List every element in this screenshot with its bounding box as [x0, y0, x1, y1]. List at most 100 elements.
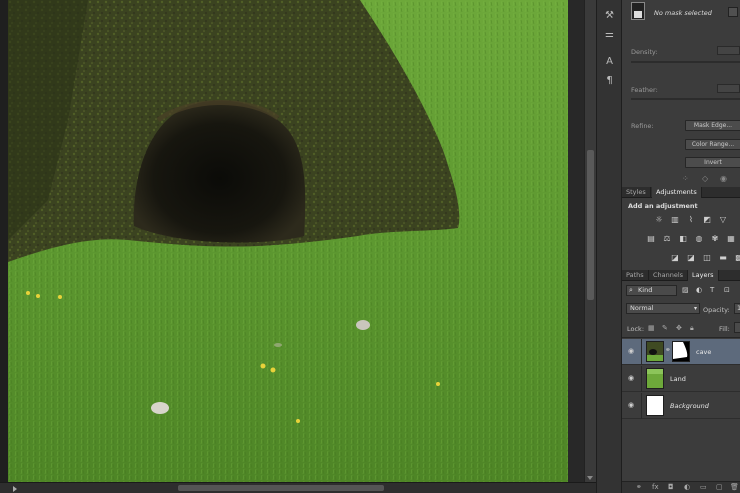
feather-slider[interactable] — [631, 98, 740, 100]
layer-name[interactable]: Land — [670, 375, 686, 383]
black-white-icon[interactable]: ◧ — [678, 234, 688, 243]
cave-thumb-art — [647, 342, 663, 361]
brightness-contrast-icon[interactable]: ☼ — [654, 215, 664, 224]
adjust-sliders-icon[interactable]: ⚌ — [603, 28, 616, 41]
blend-mode-value: Normal — [630, 304, 654, 312]
lock-all-icon[interactable]: 🔒︎ — [690, 324, 694, 333]
eye-icon[interactable]: ◉ — [628, 374, 634, 382]
right-panels: No mask selected Density: Feather: Refin… — [622, 0, 740, 493]
tab-adjustments[interactable]: Adjustments — [652, 187, 702, 198]
lock-label: Lock: — [627, 325, 645, 333]
horizontal-scrollbar[interactable] — [0, 482, 596, 493]
exposure-icon[interactable]: ◩ — [702, 215, 712, 224]
eye-column-divider — [641, 339, 642, 365]
lock-pixels-icon[interactable]: ✎ — [662, 324, 668, 332]
opacity-label: Opacity: — [703, 306, 730, 314]
layer-name[interactable]: cave — [696, 348, 711, 356]
hue-saturation-icon[interactable]: ▤ — [646, 234, 656, 243]
filter-pixel-icon[interactable]: ▨ — [682, 286, 689, 294]
color-balance-icon[interactable]: ⚖ — [662, 234, 672, 243]
layer-style-icon[interactable]: fx — [652, 483, 659, 491]
properties-footer: ⁘ ◇ ◉ — [622, 174, 740, 184]
composited-photo — [8, 0, 568, 482]
levels-icon[interactable]: ▥ — [670, 215, 680, 224]
document-image[interactable] — [8, 0, 568, 482]
add-mask-icon[interactable]: ◘ — [668, 483, 674, 491]
eye-icon[interactable]: ◉ — [628, 347, 634, 355]
add-mask-button[interactable] — [728, 7, 738, 17]
tab-paths[interactable]: Paths — [622, 270, 649, 281]
feather-field[interactable] — [717, 84, 740, 93]
link-icon[interactable]: ⚭ — [665, 346, 671, 354]
properties-panel: No mask selected Density: Feather: Refin… — [622, 0, 740, 186]
layers-footer: ⚭ fx ◘ ◐ ▭ ▢ 🗑︎ — [622, 481, 740, 493]
layer-thumbnail[interactable] — [646, 395, 664, 416]
layer-filter-select[interactable]: ⌕ Kind — [626, 285, 677, 296]
color-lookup-icon[interactable]: ▦ — [726, 234, 736, 243]
vertical-scrollbar[interactable] — [584, 0, 596, 482]
load-selection-icon[interactable]: ⁘ — [682, 174, 689, 183]
horizontal-scroll-thumb[interactable] — [178, 485, 384, 491]
photo-filter-icon[interactable]: ◍ — [694, 234, 704, 243]
density-field[interactable] — [717, 46, 740, 55]
posterize-icon[interactable]: ◪ — [686, 253, 696, 262]
land-thumb-art — [647, 369, 663, 388]
mask-thumbnail[interactable] — [631, 2, 645, 20]
visibility-toggle-icon[interactable]: ◉ — [720, 174, 727, 183]
density-slider[interactable] — [631, 61, 740, 63]
scroll-down-icon[interactable] — [587, 476, 593, 480]
invert-icon[interactable]: ◪ — [670, 253, 680, 262]
channel-mixer-icon[interactable]: ✾ — [710, 234, 720, 243]
character-icon[interactable]: A — [603, 55, 616, 68]
gradient-map-icon[interactable]: ▬ — [718, 253, 728, 262]
eye-column-divider — [641, 366, 642, 392]
selective-color-icon[interactable]: ▩ — [734, 253, 740, 262]
layer-row-background[interactable]: ◉ Background — [622, 393, 740, 419]
apply-mask-icon[interactable]: ◇ — [702, 174, 708, 183]
new-group-icon[interactable]: ▭ — [700, 483, 707, 491]
paragraph-icon[interactable]: ¶ — [603, 74, 616, 87]
layer-mask-thumbnail[interactable] — [672, 341, 690, 362]
layer-name[interactable]: Background — [670, 402, 709, 410]
panel-tool-strip: ⚒ ⚌ A ¶ — [596, 0, 622, 493]
vibrance-icon[interactable]: ▽ — [718, 215, 728, 224]
color-range-button[interactable]: Color Range... — [685, 139, 740, 150]
layer-thumbnail[interactable] — [646, 341, 664, 362]
layers-tabbar: Paths Channels Layers — [622, 270, 740, 281]
blend-mode-select[interactable]: Normal ▾ — [626, 303, 700, 314]
lock-transparency-icon[interactable]: ▦ — [648, 324, 655, 332]
layers-divider — [622, 337, 740, 338]
layers-panel: ⌕ Kind ▨ ◐ T ⊡ Normal ▾ Opacity: 1 Lock:… — [622, 281, 740, 493]
lock-position-icon[interactable]: ✥ — [676, 324, 682, 332]
fill-field[interactable] — [734, 322, 740, 333]
invert-button[interactable]: Invert — [685, 157, 740, 168]
adjustments-tabbar: Styles Adjustments — [622, 187, 740, 198]
eye-icon[interactable]: ◉ — [628, 401, 634, 409]
tab-layers[interactable]: Layers — [688, 270, 719, 281]
new-adjustment-icon[interactable]: ◐ — [684, 483, 690, 491]
link-layers-icon[interactable]: ⚭ — [636, 483, 642, 491]
vertical-scroll-thumb[interactable] — [587, 150, 594, 300]
document-canvas[interactable] — [0, 0, 584, 482]
layer-row-land[interactable]: ◉ Land — [622, 366, 740, 392]
play-icon[interactable] — [13, 486, 17, 492]
brush-preset-icon[interactable]: ⚒ — [603, 9, 616, 22]
mask-edge-button[interactable]: Mask Edge... — [685, 120, 740, 131]
filter-type-icon[interactable]: T — [710, 286, 714, 294]
curves-icon[interactable]: ⌇ — [686, 215, 696, 224]
filter-shape-icon[interactable]: ⊡ — [724, 286, 730, 294]
tab-styles[interactable]: Styles — [622, 187, 651, 198]
layer-row-cave[interactable]: ◉ ⚭ cave — [622, 339, 740, 365]
layer-thumbnail[interactable] — [646, 368, 664, 389]
delete-layer-icon[interactable]: 🗑︎ — [730, 483, 739, 491]
new-layer-icon[interactable]: ▢ — [716, 483, 723, 491]
mask-status-label: No mask selected — [654, 9, 712, 17]
opacity-field[interactable]: 1 — [734, 303, 740, 314]
adjustments-title: Add an adjustment — [628, 202, 698, 210]
adjustments-panel: Add an adjustment ☼ ▥ ⌇ ◩ ▽ ▤ ⚖ ◧ ◍ ✾ ▦ … — [622, 198, 740, 266]
filter-search-icon: ⌕ — [629, 286, 633, 294]
threshold-icon[interactable]: ◫ — [702, 253, 712, 262]
tab-channels[interactable]: Channels — [649, 270, 689, 281]
filter-adjustment-icon[interactable]: ◐ — [696, 286, 702, 294]
chevron-down-icon: ▾ — [693, 305, 697, 312]
